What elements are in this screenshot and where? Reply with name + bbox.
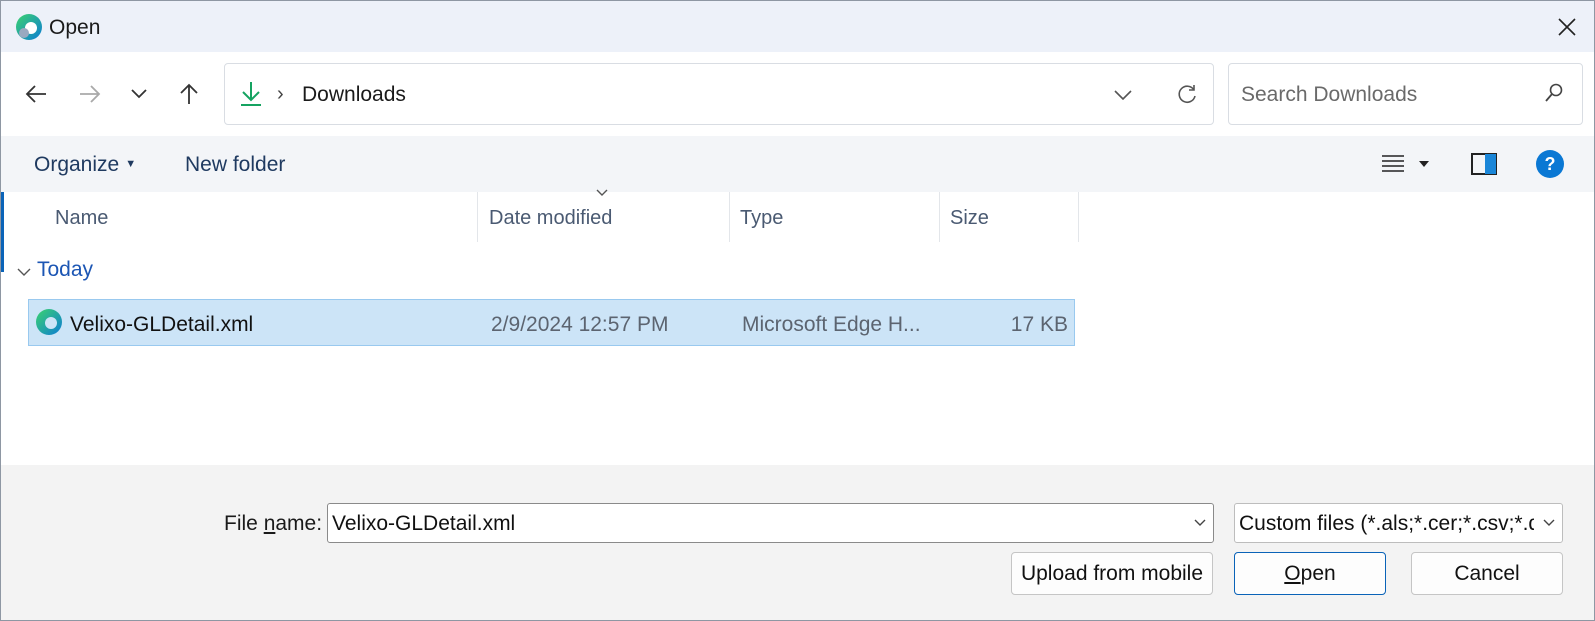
command-bar: Organize ▼ New folder ? [1, 136, 1594, 192]
upload-from-mobile-button[interactable]: Upload from mobile [1011, 552, 1213, 595]
column-header-date-modified[interactable]: Date modified [478, 189, 730, 242]
chevron-down-icon [1543, 519, 1555, 526]
file-date-modified: 2/9/2024 12:57 PM [491, 313, 669, 336]
breadcrumb-chevron-icon: › [277, 83, 284, 105]
refresh-button[interactable] [1169, 79, 1205, 111]
group-header-today[interactable]: Today [15, 258, 93, 282]
refresh-icon [1178, 85, 1196, 103]
arrow-left-icon [25, 85, 46, 103]
chevron-down-icon [131, 89, 147, 99]
file-row[interactable]: Velixo-GLDetail.xml 2/9/2024 12:57 PM Mi… [28, 299, 1075, 346]
group-label: Today [37, 258, 94, 281]
preview-pane-button[interactable] [1469, 149, 1499, 179]
cancel-button[interactable]: Cancel [1411, 552, 1563, 595]
download-icon [241, 82, 261, 106]
file-name-label: File name: [224, 512, 323, 535]
dialog-footer: File name: Velixo-GLDetail.xml Custom fi… [1, 465, 1594, 620]
window-title: Open [49, 16, 101, 39]
file-name-combobox[interactable]: Velixo-GLDetail.xml [327, 503, 1214, 543]
chevron-down-icon[interactable] [1193, 512, 1207, 534]
change-view-button[interactable] [1381, 148, 1443, 180]
up-button[interactable] [171, 76, 207, 112]
search-icon[interactable] [1544, 83, 1564, 103]
column-header-name[interactable]: Name [1, 192, 478, 242]
close-button[interactable] [1540, 1, 1594, 52]
back-button[interactable] [18, 76, 54, 112]
chevron-down-icon [1114, 90, 1132, 100]
file-type-value: Custom files (*.als;*.cer;*.csv;*.d [1239, 512, 1534, 535]
arrow-right-icon [80, 85, 101, 103]
edge-file-icon [36, 309, 62, 335]
preview-pane-icon [1471, 153, 1497, 175]
arrow-up-icon [180, 83, 198, 104]
organize-button[interactable]: Organize ▼ [34, 153, 136, 177]
caret-down-icon [1419, 161, 1429, 167]
list-view-icon [1382, 155, 1404, 172]
breadcrumb-downloads[interactable]: Downloads [302, 83, 406, 107]
file-name-input[interactable]: Velixo-GLDetail.xml [332, 512, 515, 536]
file-type-select[interactable]: Custom files (*.als;*.cer;*.csv;*.d [1234, 503, 1563, 543]
help-button[interactable]: ? [1536, 150, 1564, 178]
organize-label: Organize [34, 153, 120, 176]
caret-down-icon: ▼ [125, 158, 137, 170]
recent-locations-button[interactable] [121, 76, 157, 112]
address-history-button[interactable] [1105, 80, 1141, 110]
file-size: 17 KB [1010, 313, 1068, 336]
column-header-size[interactable]: Size [940, 192, 1079, 242]
open-dialog: Open › Downloads Search Downloads Organi… [0, 0, 1595, 621]
edge-logo-icon [16, 14, 42, 40]
search-input[interactable] [1239, 76, 1523, 114]
file-name: Velixo-GLDetail.xml [70, 313, 254, 336]
file-list: Name Date modified Type Size Today Velix… [1, 189, 1594, 465]
address-bar[interactable]: › Downloads [224, 63, 1214, 125]
navigation-bar: › Downloads [1, 52, 1594, 136]
open-button[interactable]: Open [1234, 552, 1386, 595]
close-icon [1558, 17, 1576, 36]
sort-descending-icon [596, 189, 608, 196]
new-folder-button[interactable]: New folder [185, 153, 285, 177]
column-header-type[interactable]: Type [730, 192, 940, 242]
title-bar: Open [1, 1, 1594, 52]
search-box[interactable] [1228, 63, 1583, 125]
chevron-down-icon [17, 268, 31, 276]
file-type: Microsoft Edge H... [742, 313, 921, 336]
forward-button[interactable] [72, 76, 108, 112]
